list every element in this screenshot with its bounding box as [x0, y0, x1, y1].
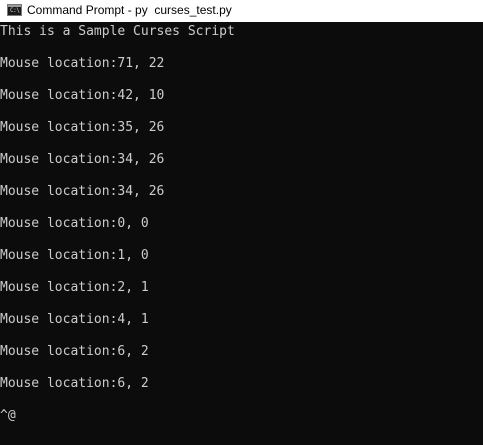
console-line: Mouse location:71, 22: [0, 56, 165, 71]
console-line: Mouse location:4, 1: [0, 312, 149, 327]
console-output[interactable]: This is a Sample Curses Script Mouse loc…: [0, 24, 483, 445]
window-title: Command Prompt - py curses_test.py: [27, 3, 232, 17]
console-line: Mouse location:42, 10: [0, 88, 165, 103]
console-line: Mouse location:6, 2: [0, 344, 149, 359]
title-bar[interactable]: C:\ Command Prompt - py curses_test.py: [0, 0, 483, 22]
console-line: Mouse location:0, 0: [0, 216, 149, 231]
console-line: Mouse location:6, 2: [0, 376, 149, 391]
console-prompt-line: ^@: [0, 408, 16, 423]
console-line: Mouse location:2, 1: [0, 280, 149, 295]
console-line-header: This is a Sample Curses Script: [0, 24, 235, 39]
icon-glyph: C:\: [10, 7, 20, 14]
command-prompt-icon[interactable]: C:\: [7, 4, 22, 16]
console-line: Mouse location:34, 26: [0, 184, 165, 199]
console-line: Mouse location:34, 26: [0, 152, 165, 167]
console-line: Mouse location:1, 0: [0, 248, 149, 263]
console-line: Mouse location:35, 26: [0, 120, 165, 135]
command-prompt-window: C:\ Command Prompt - py curses_test.py T…: [0, 0, 483, 445]
